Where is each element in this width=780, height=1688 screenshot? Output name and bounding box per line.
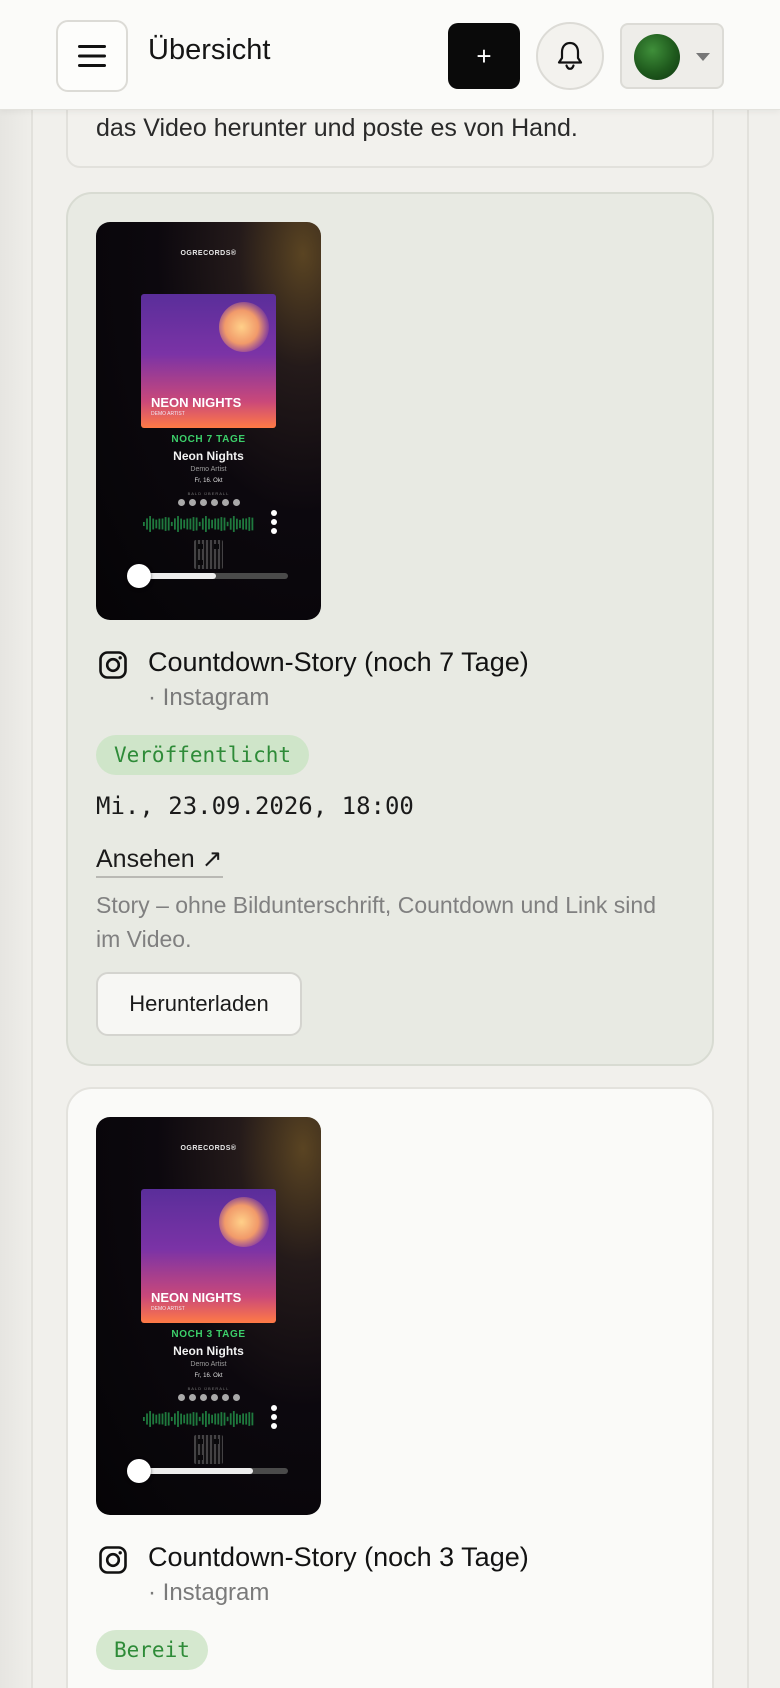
more-options-icon[interactable] xyxy=(270,1405,278,1431)
countdown-text: NOCH 3 TAGE xyxy=(171,1329,246,1340)
release-date: Fr, 16. Okt xyxy=(194,478,223,484)
more-options-icon[interactable] xyxy=(270,510,278,536)
streaming-service-icons xyxy=(169,499,249,507)
post-title: Countdown-Story (noch 3 Tage) xyxy=(148,1542,529,1572)
audio-waveform xyxy=(143,1411,254,1427)
post-note: Story – ohne Bildunterschrift, Countdown… xyxy=(96,892,656,952)
cover-title: NEON NIGHTS xyxy=(151,395,242,410)
notifications-button[interactable] xyxy=(536,22,604,90)
album-cover: NEON NIGHTS DEMO ARTIST xyxy=(141,294,276,428)
notice-text: das Video herunter und poste es von Hand… xyxy=(96,114,578,142)
post-card: OGRECORDS® NEON NIGHTS DEMO ARTIST NOCH … xyxy=(66,192,714,1066)
view-post-link[interactable]: Ansehen ↗ xyxy=(96,844,223,878)
add-button[interactable]: + xyxy=(448,23,520,89)
download-button[interactable]: Herunterladen xyxy=(96,972,302,1036)
post-date: Mi., 23.09.2026, 18:00 xyxy=(96,792,414,820)
cover-title: NEON NIGHTS xyxy=(151,1290,242,1305)
cover-sun-graphic xyxy=(219,1197,269,1247)
countdown-text: NOCH 7 TAGE xyxy=(171,434,246,445)
instagram-icon xyxy=(99,1546,127,1574)
instagram-icon xyxy=(99,651,127,679)
chevron-down-icon xyxy=(696,53,710,61)
cover-artist: DEMO ARTIST xyxy=(151,411,185,417)
qr-code xyxy=(194,540,223,569)
post-platform: · Instagram xyxy=(148,1579,270,1606)
song-title: Neon Nights xyxy=(173,449,244,463)
avatar xyxy=(634,34,680,80)
hamburger-menu-icon xyxy=(78,45,106,67)
post-card: OGRECORDS® NEON NIGHTS DEMO ARTIST NOCH … xyxy=(66,1087,714,1688)
soon-label: BALD ÜBERALL xyxy=(187,491,230,496)
album-cover: NEON NIGHTS DEMO ARTIST xyxy=(141,1189,276,1323)
soon-label: BALD ÜBERALL xyxy=(187,1386,230,1391)
qr-code xyxy=(194,1435,223,1464)
video-progress-handle[interactable] xyxy=(127,1459,151,1483)
audio-waveform xyxy=(143,516,254,532)
artist-name: Demo Artist xyxy=(190,1361,227,1368)
story-video-thumbnail[interactable]: OGRECORDS® NEON NIGHTS DEMO ARTIST NOCH … xyxy=(96,1117,321,1515)
bell-icon xyxy=(557,41,583,70)
video-progress-handle[interactable] xyxy=(127,564,151,588)
song-title: Neon Nights xyxy=(173,1344,244,1358)
post-title: Countdown-Story (noch 7 Tage) xyxy=(148,647,529,677)
account-menu-button[interactable] xyxy=(620,23,724,89)
top-app-bar: Übersicht + xyxy=(0,0,780,110)
post-platform: · Instagram xyxy=(148,684,270,711)
status-badge: Bereit xyxy=(96,1630,208,1670)
story-video-thumbnail[interactable]: OGRECORDS® NEON NIGHTS DEMO ARTIST NOCH … xyxy=(96,222,321,620)
status-badge: Veröffentlicht xyxy=(96,735,310,775)
cover-sun-graphic xyxy=(219,302,269,352)
release-date: Fr, 16. Okt xyxy=(194,1373,223,1379)
streaming-service-icons xyxy=(169,1394,249,1402)
cover-artist: DEMO ARTIST xyxy=(151,1306,185,1312)
left-edge-shade xyxy=(0,0,32,1688)
content-border-left xyxy=(31,110,33,1688)
label-brand-logo: OGRECORDS® xyxy=(180,1145,237,1152)
artist-name: Demo Artist xyxy=(190,466,227,473)
menu-button[interactable] xyxy=(56,20,128,92)
label-brand-logo: OGRECORDS® xyxy=(180,250,237,257)
video-progress-track[interactable] xyxy=(128,1468,288,1474)
content-border-right xyxy=(747,110,749,1688)
page-title: Übersicht xyxy=(148,34,271,66)
video-progress-track[interactable] xyxy=(128,573,288,579)
